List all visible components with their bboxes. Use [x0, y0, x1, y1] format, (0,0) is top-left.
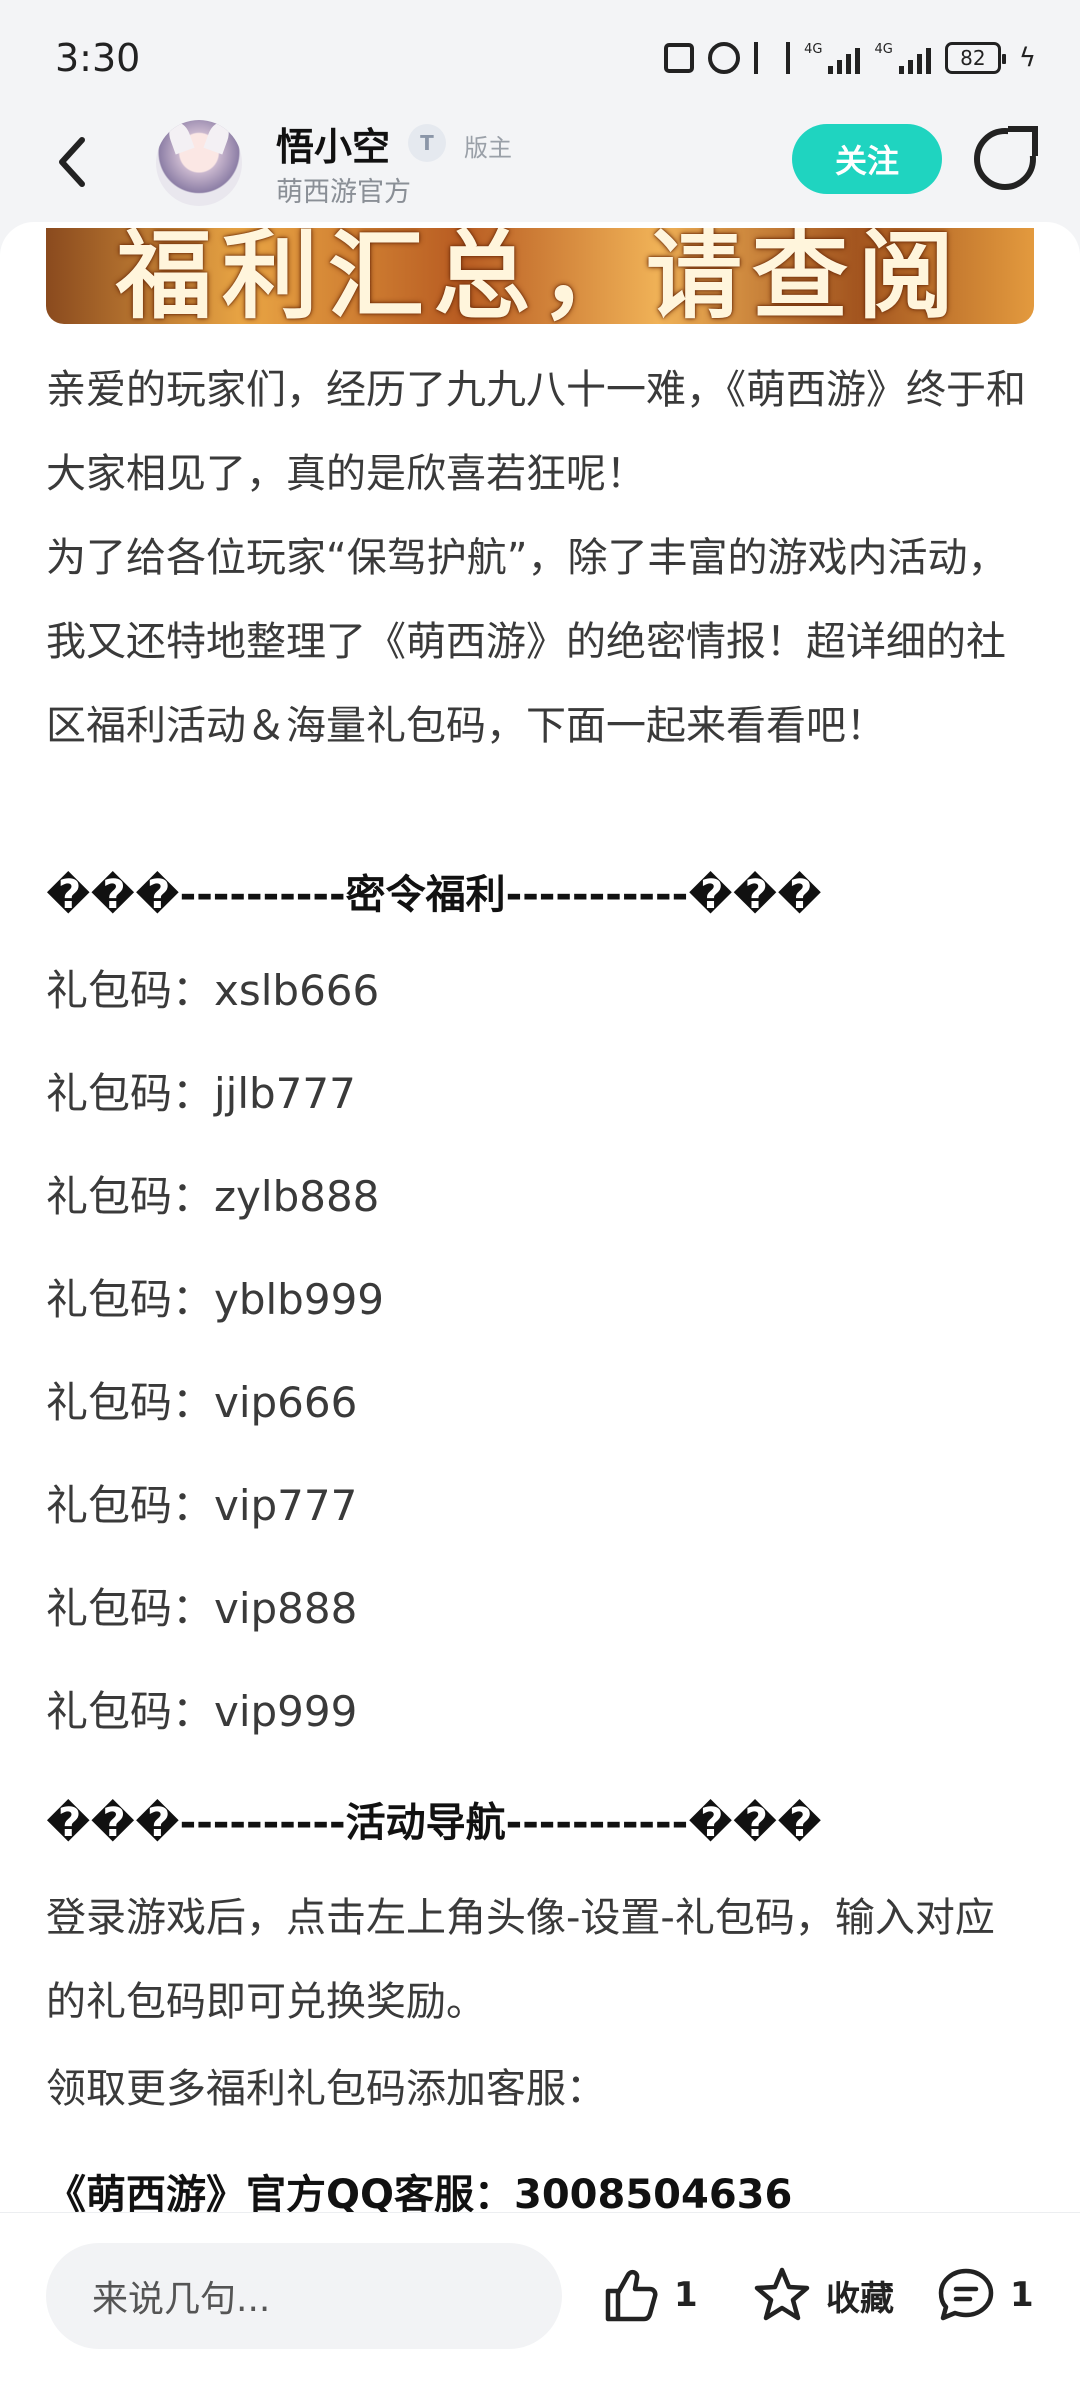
status-bar: 3:30 4G 4G 82 ϟ — [0, 0, 1080, 116]
vibrate-icon — [754, 42, 791, 74]
level-badge: T — [408, 124, 446, 162]
post-paragraph: 为了给各位玩家“保驾护航”，除了丰富的游戏内活动，我又还特地整理了《萌西游》的绝… — [46, 535, 1008, 749]
gift-code-item: 礼包码：xslb666 — [46, 966, 380, 1015]
post-header: 悟小空 T 版主 萌西游官方 关注 — [0, 116, 1080, 222]
post-content: 福利汇总，请查阅 亲爱的玩家们，经历了九九八十一难，《萌西游》终于和大家相见了，… — [0, 222, 1080, 2212]
post-paragraph: 亲爱的玩家们，经历了九九八十一难，《萌西游》终于和大家相见了，真的是欣喜若狂呢！ — [46, 367, 1026, 497]
gift-code-item: 礼包码：zylb888 — [46, 1172, 380, 1221]
back-button[interactable] — [52, 132, 112, 202]
thumbs-up-icon — [605, 2269, 658, 2322]
network-type: 4G — [804, 42, 823, 57]
section-heading: ���----------密令福利-----------��� — [46, 872, 822, 918]
section-heading: ���----------活动导航-----------��� — [46, 1800, 822, 1846]
gift-code-item: 礼包码：vip777 — [46, 1481, 358, 1530]
status-time: 3:30 — [55, 36, 141, 80]
comment-count: 1 — [1010, 2275, 1034, 2315]
battery-icon: 82 — [944, 42, 1006, 74]
share-icon[interactable] — [974, 126, 1038, 190]
network-type-2: 4G — [874, 42, 893, 57]
post-paragraph: 领取更多福利礼包码添加客服： — [46, 2066, 606, 2112]
star-icon — [754, 2267, 810, 2321]
favorite-label: 收藏 — [826, 2278, 894, 2319]
comment-placeholder: 来说几句... — [92, 2279, 271, 2320]
banner-text: 福利汇总，请查阅 — [116, 228, 964, 324]
follow-button[interactable]: 关注 — [792, 124, 942, 194]
author-name[interactable]: 悟小空 — [276, 116, 390, 171]
signal-icon-2: 4G — [874, 42, 931, 74]
nfc-icon — [664, 43, 695, 73]
comment-input[interactable]: 来说几句... — [46, 2243, 562, 2349]
post-banner: 福利汇总，请查阅 — [46, 228, 1034, 324]
gift-code-item: 礼包码：vip999 — [46, 1687, 358, 1736]
charging-icon: ϟ — [1018, 43, 1036, 73]
gift-code-item: 礼包码：yblb999 — [46, 1275, 385, 1324]
comment-icon — [938, 2268, 994, 2321]
comment-button[interactable]: 1 — [936, 2255, 1034, 2335]
like-button[interactable]: 1 — [600, 2255, 698, 2335]
battery-level: 82 — [960, 46, 986, 70]
signal-icon: 4G — [804, 42, 861, 74]
qq-support-line: 《萌西游》官方QQ客服：3008504636 — [46, 2172, 793, 2212]
like-count: 1 — [674, 2275, 698, 2315]
bottom-action-bar: 来说几句... 1 收藏 1 — [0, 2212, 1080, 2382]
gift-code-item: 礼包码：vip666 — [46, 1378, 358, 1427]
role-label: 版主 — [464, 134, 512, 162]
status-icons: 4G 4G 82 ϟ — [664, 42, 1036, 74]
chevron-left-icon — [59, 137, 85, 187]
alarm-icon — [708, 42, 741, 74]
gift-code-item: 礼包码：jjlb777 — [46, 1069, 356, 1118]
author-avatar[interactable] — [156, 120, 242, 206]
post-paragraph: 登录游戏后，点击左上角头像-设置-礼包码，输入对应的礼包码即可兑换奖励。 — [46, 1895, 995, 2025]
gift-code-item: 礼包码：vip888 — [46, 1584, 358, 1633]
favorite-button[interactable]: 收藏 — [752, 2255, 894, 2335]
author-subtitle: 萌西游官方 — [276, 177, 411, 208]
